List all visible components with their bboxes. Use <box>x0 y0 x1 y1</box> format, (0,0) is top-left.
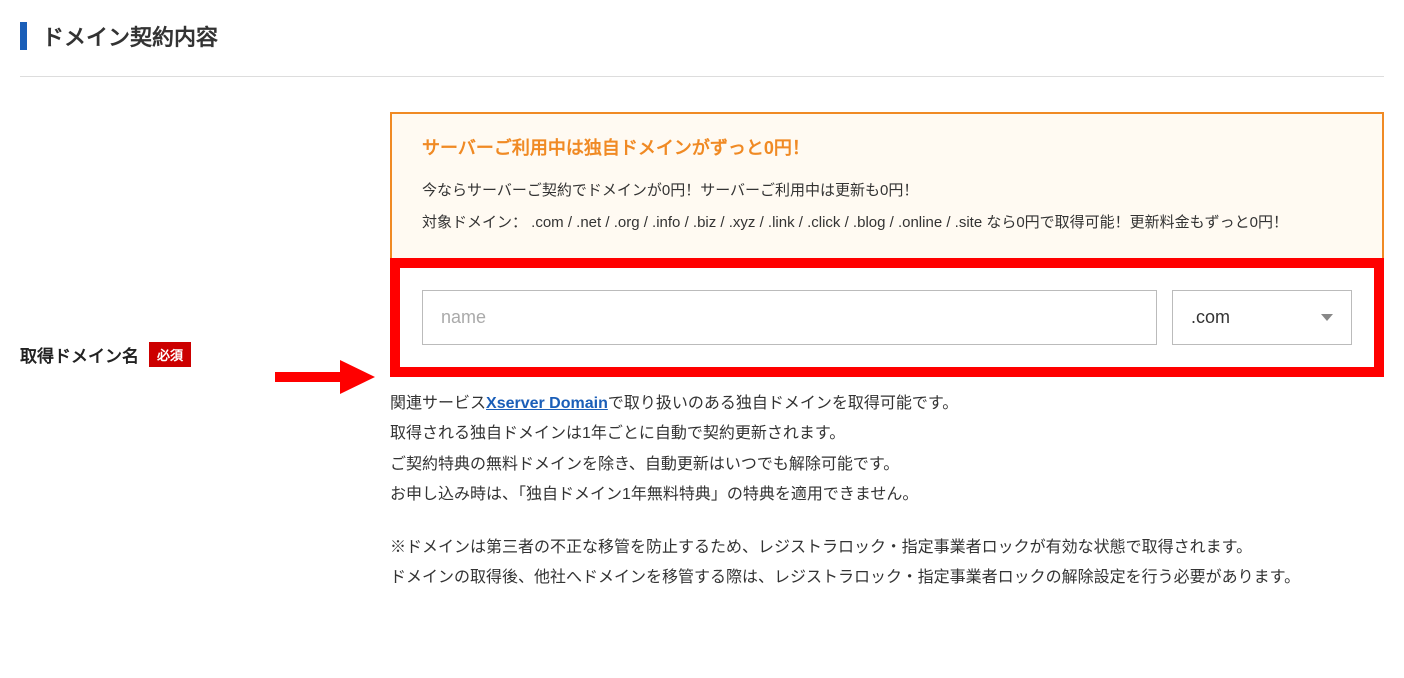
note-line6: ドメインの取得後、他社へドメインを移管する際は、レジストラロック・指定事業者ロッ… <box>390 563 1384 593</box>
domain-name-input[interactable] <box>422 290 1157 345</box>
tld-selected-value: .com <box>1191 307 1230 328</box>
note-line1-suffix: で取り扱いのある独自ドメインを取得可能です。 <box>608 395 958 412</box>
note-line1-prefix: 関連サービス <box>390 395 486 412</box>
note-line5: ※ドメインは第三者の不正な移管を防止するため、レジストラロック・指定事業者ロック… <box>390 533 1384 563</box>
domain-notes: 関連サービスXserver Domainで取り扱いのある独自ドメインを取得可能で… <box>390 389 1384 593</box>
required-badge: 必須 <box>149 342 191 367</box>
section-title: ドメイン契約内容 <box>42 20 218 52</box>
form-row: 取得ドメイン名 必須 サーバーご利用中は独自ドメインがずっと0円！ 今ならサーバ… <box>20 112 1384 593</box>
chevron-down-icon <box>1321 314 1333 321</box>
note-line4: お申し込み時は、「独自ドメイン1年無料特典」の特典を適用できません。 <box>390 480 1384 510</box>
tld-select[interactable]: .com <box>1172 290 1352 345</box>
promo-body: 今ならサーバーご契約でドメインが0円！サーバーご利用中は更新も0円！ 対象ドメイ… <box>422 175 1352 238</box>
note-line2: 取得される独自ドメインは1年ごとに自動で契約更新されます。 <box>390 419 1384 449</box>
label-column: 取得ドメイン名 必須 <box>20 112 390 367</box>
promo-box: サーバーご利用中は独自ドメインがずっと0円！ 今ならサーバーご契約でドメインが0… <box>390 112 1384 260</box>
accent-bar <box>20 22 27 50</box>
field-column: サーバーご利用中は独自ドメインがずっと0円！ 今ならサーバーご契約でドメインが0… <box>390 112 1384 593</box>
section-header: ドメイン契約内容 <box>20 20 1384 77</box>
field-label: 取得ドメイン名 <box>20 342 139 367</box>
domain-input-highlight: .com <box>390 258 1384 377</box>
xserver-domain-link[interactable]: Xserver Domain <box>486 395 608 412</box>
arrow-icon <box>275 357 375 397</box>
promo-title: サーバーご利用中は独自ドメインがずっと0円！ <box>422 134 1352 160</box>
note-line3: ご契約特典の無料ドメインを除き、自動更新はいつでも解除可能です。 <box>390 450 1384 480</box>
